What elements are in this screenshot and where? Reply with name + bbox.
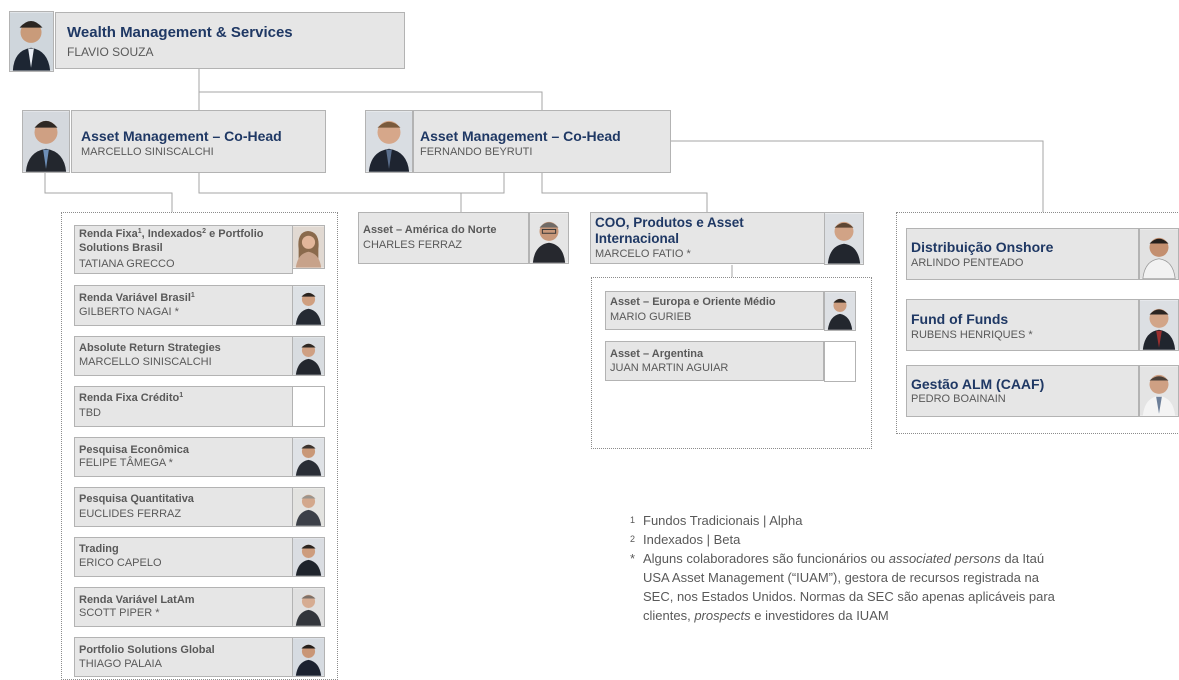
person-icon: [366, 111, 412, 172]
left-unit-7-title: Renda Variável LatAm: [79, 594, 195, 606]
photo-north-america: [529, 212, 569, 264]
person-icon: [825, 213, 863, 264]
north-america-box: [358, 212, 529, 264]
photo-left-unit-5: [292, 487, 325, 527]
person-icon: [293, 438, 324, 476]
left-unit-4-name: FELIPE TÂMEGA *: [79, 457, 173, 469]
photo-left-unit-2: [292, 336, 325, 376]
left-unit-2-name: MARCELLO SINISCALCHI: [79, 356, 212, 368]
photo-coo: [824, 212, 864, 265]
left-unit-8-title: Portfolio Solutions Global: [79, 644, 215, 656]
intl-unit-1-name: JUAN MARTIN AGUIAR: [610, 362, 729, 374]
photo-right-unit-0: [1139, 228, 1179, 280]
right-unit-0-title: Distribuição Onshore: [911, 239, 1054, 255]
intl-unit-0-title: Asset – Europa e Oriente Médio: [610, 296, 776, 308]
photo-flavio-souza: [9, 11, 54, 72]
left-unit-1-title: Renda Variável Brasil: [79, 292, 191, 304]
person-icon: [293, 488, 324, 526]
person-icon: [825, 292, 855, 330]
person-icon: [1140, 229, 1178, 279]
left-unit-7-name: SCOTT PIPER *: [79, 607, 160, 619]
person-icon: [10, 12, 53, 71]
left-unit-5-title: Pesquisa Quantitativa: [79, 493, 194, 505]
left-unit-0-name: TATIANA GRECCO: [79, 258, 175, 270]
photo-right-unit-1: [1139, 299, 1179, 351]
person-icon: [293, 538, 324, 576]
person-icon: [293, 286, 324, 325]
left-unit-0-title: Renda Fixa: [79, 228, 138, 240]
person-icon: [293, 638, 324, 676]
right-unit-1-title: Fund of Funds: [911, 311, 1009, 327]
co-head-1-name: MARCELLO SINISCALCHI: [81, 146, 214, 158]
top-title: Wealth Management & Services: [67, 24, 293, 41]
intl-unit-0-name: MARIO GURIEB: [610, 311, 692, 323]
right-unit-2-title: Gestão ALM (CAAF): [911, 376, 1045, 392]
intl-unit-1-title: Asset – Argentina: [610, 348, 704, 360]
footnotes: 1 Fundos Tradicionais | Alpha 2 Indexados …: [630, 511, 1080, 625]
person-icon: [293, 337, 324, 375]
left-unit-6-title: Trading: [79, 543, 119, 555]
photo-left-unit-1: [292, 285, 325, 326]
right-unit-2-name: PEDRO BOAINAIN: [911, 393, 1006, 405]
right-unit-0-name: ARLINDO PENTEADO: [911, 257, 1024, 269]
footnote-2: 2 Indexados | Beta: [630, 532, 741, 547]
left-unit-5-name: EUCLIDES FERRAZ: [79, 508, 182, 520]
left-unit-4-title: Pesquisa Econômica: [79, 444, 190, 456]
photo-left-unit-4: [292, 437, 325, 477]
left-unit-2-title: Absolute Return Strategies: [79, 342, 221, 354]
photo-co-head-1: [22, 110, 70, 173]
person-icon: [1140, 300, 1178, 350]
left-unit-1-name: GILBERTO NAGAI *: [79, 306, 179, 318]
left-unit-3-name: TBD: [79, 407, 101, 419]
left-unit-8-name: THIAGO PALAIA: [79, 658, 162, 670]
person-icon: [530, 213, 568, 263]
photo-left-unit-0: [292, 225, 325, 269]
co-head-2-name: FERNANDO BEYRUTI: [420, 146, 533, 158]
north-america-name: CHARLES FERRAZ: [363, 239, 463, 251]
photo-placeholder-intl-unit-1: [824, 341, 856, 382]
right-unit-1-name: RUBENS HENRIQUES *: [911, 329, 1033, 341]
co-head-2-title: Asset Management – Co-Head: [420, 128, 621, 144]
photo-left-unit-8: [292, 637, 325, 677]
photo-intl-unit-0: [824, 291, 856, 331]
north-america-title: Asset – América do Norte: [363, 224, 497, 236]
top-name: FLAVIO SOUZA: [67, 45, 154, 59]
photo-right-unit-2: [1139, 365, 1179, 417]
coo-name: MARCELO FATIO *: [595, 248, 691, 260]
person-icon: [23, 111, 69, 172]
person-icon: [1140, 366, 1178, 416]
left-unit-6-name: ERICO CAPELO: [79, 557, 162, 569]
co-head-1-title: Asset Management – Co-Head: [81, 128, 282, 144]
person-icon: [293, 588, 324, 626]
photo-co-head-2: [365, 110, 413, 173]
photo-left-unit-7: [292, 587, 325, 627]
photo-placeholder-left-unit-3: [292, 386, 325, 427]
person-icon: [293, 226, 324, 268]
footnote-asterisk: * Alguns colaboradores são funcionários o…: [630, 551, 1055, 623]
left-unit-3-title: Renda Fixa Crédito: [79, 392, 180, 404]
photo-left-unit-6: [292, 537, 325, 577]
coo-title: COO, Produtos e Asset Internacional: [595, 215, 744, 246]
footnote-1: 1 Fundos Tradicionais | Alpha: [630, 513, 803, 528]
